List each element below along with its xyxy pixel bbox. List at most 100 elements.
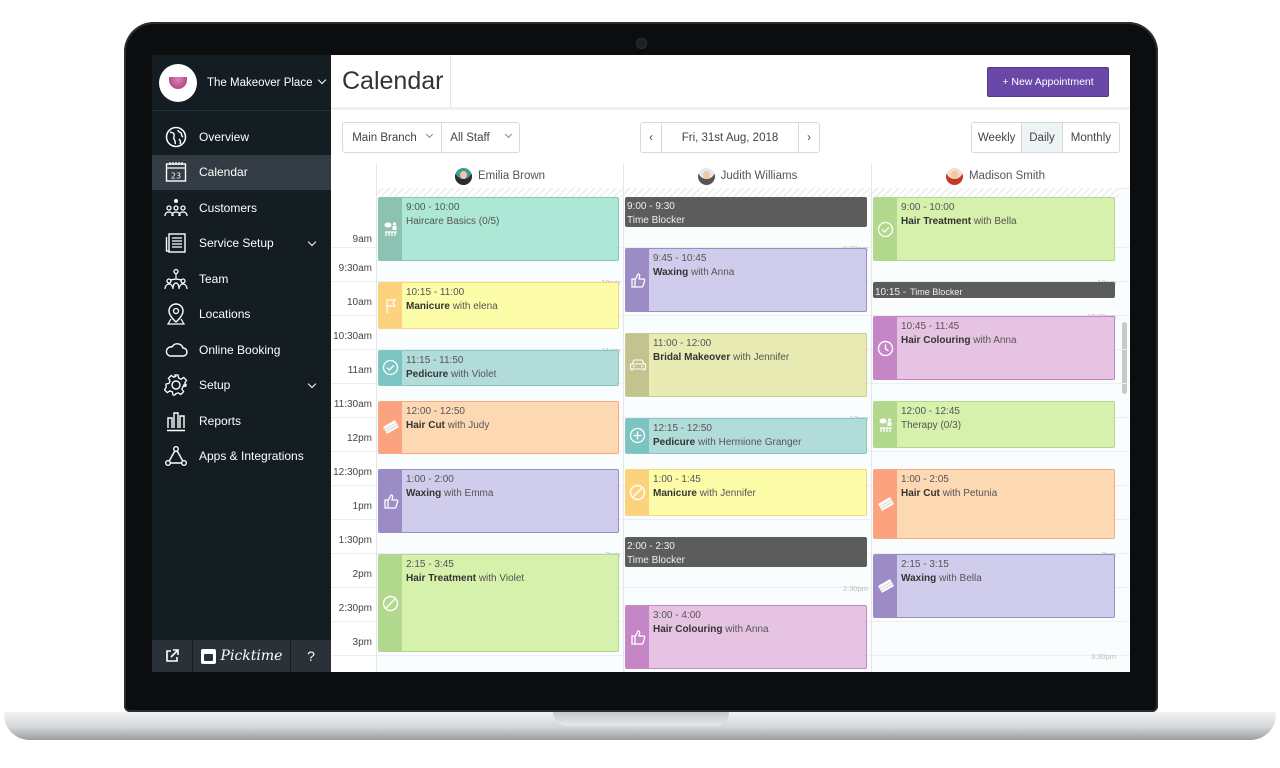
- bar-chart-icon: [164, 409, 188, 433]
- appointment-card[interactable]: 2:15 - 3:45 Hair Treatment with Violet: [378, 554, 619, 652]
- help-button[interactable]: ?: [291, 640, 331, 672]
- appointment-card[interactable]: 3:00 - 4:00 Hair Colouring with Anna: [625, 605, 867, 669]
- appointment-card[interactable]: 1:00 - 2:00 Waxing with Emma: [378, 469, 619, 533]
- appointment-service-line: Therapy (0/3): [901, 419, 961, 433]
- appointment-card[interactable]: 9:00 - 10:00 Hair Treatment with Bella: [873, 197, 1115, 261]
- appointment-card[interactable]: 12:00 - 12:50 Hair Cut with Judy: [378, 401, 619, 454]
- appointment-status-bar: [379, 470, 402, 532]
- appointment-service-line: Hair Cut with Judy: [406, 419, 489, 433]
- appointment-service: Manicure: [406, 301, 450, 312]
- view-weekly-button[interactable]: Weekly: [972, 123, 1023, 152]
- gear-icon: [164, 373, 188, 397]
- next-day-button[interactable]: ›: [799, 123, 819, 152]
- staff-avatar: [945, 167, 963, 185]
- appointment-card[interactable]: 2:15 - 3:15 Waxing with Bella: [873, 554, 1115, 618]
- appointment-staff: with Judy: [447, 420, 490, 431]
- appointment-service-line: Manicure with Jennifer: [653, 487, 756, 501]
- sidebar-item-label: Team: [199, 271, 229, 286]
- sidebar-item-service-setup[interactable]: Service Setup: [152, 226, 331, 262]
- time-blocker[interactable]: 2:00 - 2:30 Time Blocker: [625, 537, 867, 567]
- sidebar-item-customers[interactable]: Customers: [152, 190, 331, 226]
- appointment-card[interactable]: 11:00 - 12:00 Bridal Makeover with Jennif…: [625, 333, 867, 397]
- picktime-logo[interactable]: Picktime: [193, 640, 291, 672]
- appointment-status-bar: [874, 470, 897, 538]
- appointment-time: 12:00 - 12:50: [406, 406, 465, 417]
- sidebar-item-overview[interactable]: Overview: [152, 119, 331, 155]
- sidebar-item-label: Locations: [199, 307, 251, 322]
- appointment-time: 10:15 - 11:00: [406, 287, 465, 298]
- appointment-time: 2:15 - 3:15: [901, 559, 949, 570]
- appointment-details: 2:00 - 2:30 Time Blocker: [627, 540, 685, 567]
- appointment-card[interactable]: 10:45 - 11:45 Hair Colouring with Anna: [873, 316, 1115, 380]
- appointment-details: 9:00 - 9:30 Time Blocker: [627, 200, 685, 227]
- appointment-time: 1:00 - 2:05: [901, 474, 949, 485]
- appointment-details: 12:00 - 12:45 Therapy (0/3): [901, 405, 961, 433]
- staff-header[interactable]: Emilia Brown: [376, 164, 623, 188]
- appointment-details: 1:00 - 2:00 Waxing with Emma: [406, 473, 493, 501]
- sidebar: The Makeover Place Overview 23 Calendar Cus…: [152, 55, 331, 672]
- staff-select[interactable]: All Staff: [442, 123, 519, 152]
- appointment-card[interactable]: 11:15 - 11:50 Pedicure with Violet: [378, 350, 619, 386]
- appointment-service-line: Bridal Makeover with Jennifer: [653, 351, 789, 365]
- globe-icon: [164, 125, 188, 149]
- appointment-details: 12:15 - 12:50 Pedicure with Hermione Gran…: [653, 422, 801, 450]
- appointment-card[interactable]: 12:15 - 12:50 Pedicure with Hermione Gran…: [625, 418, 867, 454]
- cash-icon: [877, 496, 895, 512]
- time-blocker[interactable]: 10:15 - Time Blocker: [873, 282, 1115, 299]
- business-switcher[interactable]: The Makeover Place: [152, 55, 331, 111]
- staff-header[interactable]: Judith Williams: [623, 164, 871, 188]
- new-appointment-button[interactable]: + New Appointment: [987, 67, 1109, 97]
- sidebar-item-online-booking[interactable]: Online Booking: [152, 332, 331, 368]
- appointment-status-bar: [874, 198, 897, 260]
- chevron-down-icon: [307, 237, 317, 246]
- appointment-card[interactable]: 10:15 - 11:00 Manicure with elena: [378, 282, 619, 329]
- appointment-staff: with elena: [452, 301, 498, 312]
- view-daily-button[interactable]: Daily: [1022, 123, 1063, 152]
- staff-select-value: All Staff: [450, 131, 490, 144]
- prev-day-button[interactable]: ‹: [641, 123, 662, 152]
- external-link-button[interactable]: [152, 640, 193, 672]
- sidebar-item-calendar[interactable]: 23 Calendar: [152, 154, 331, 190]
- appointment-details: 10:45 - 11:45 Hair Colouring with Anna: [901, 320, 1017, 348]
- view-monthly-button[interactable]: Monthly: [1063, 123, 1119, 152]
- staff-column[interactable]: 10am11am2pm9:00 - 10:00Haircare Basics (…: [376, 188, 623, 672]
- appointment-title: Time Blocker: [627, 555, 685, 566]
- thumbs-up-icon: [630, 272, 646, 288]
- sidebar-item-team[interactable]: Team: [152, 261, 331, 297]
- sidebar-item-locations[interactable]: Locations: [152, 297, 331, 333]
- appointment-card[interactable]: 9:45 - 10:45 Waxing with Anna: [625, 248, 867, 312]
- appointment-details: 10:15 - Time Blocker: [875, 285, 962, 298]
- sidebar-item-reports[interactable]: Reports: [152, 403, 331, 439]
- appointment-service: Hair Cut: [406, 420, 445, 431]
- appointment-service: Bridal Makeover: [653, 352, 731, 363]
- staff-column[interactable]: 10am10:30am2pm3:30pm9:00 - 10:00Hair Tre…: [871, 188, 1119, 672]
- appointment-card[interactable]: 1:00 - 2:05 Hair Cut with Petunia: [873, 469, 1115, 539]
- appointment-service: Manicure: [653, 488, 697, 499]
- appointment-details: 12:00 - 12:50 Hair Cut with Judy: [406, 405, 489, 433]
- appointment-status-bar: [626, 419, 649, 453]
- staff-header[interactable]: Madison Smith: [871, 164, 1119, 188]
- sidebar-item-apps-and-integrations[interactable]: Apps & Integrations: [152, 439, 331, 475]
- appointment-staff: with Bella: [973, 216, 1017, 227]
- appointment-card[interactable]: 1:00 - 1:45 Manicure with Jennifer: [625, 469, 867, 516]
- appointment-title: Time Blocker: [910, 287, 963, 297]
- branch-select[interactable]: Main Branch: [343, 123, 442, 152]
- current-date[interactable]: Fri, 31st Aug, 2018: [662, 123, 799, 152]
- appointment-card[interactable]: 9:00 - 10:00 Haircare Basics (0/5): [378, 197, 619, 261]
- time-blocker[interactable]: 9:00 - 9:30 Time Blocker: [625, 197, 867, 227]
- sidebar-item-setup[interactable]: Setup: [152, 368, 331, 404]
- appointment-status-bar: [379, 198, 402, 260]
- staff-column[interactable]: 9:30am12pm2:30pm9:00 - 9:30Time Blocker9…: [623, 188, 871, 672]
- appointment-card[interactable]: 12:00 - 12:45 Therapy (0/3): [873, 401, 1115, 448]
- appointment-staff: with Violet: [451, 369, 497, 380]
- customers-icon: [164, 196, 188, 220]
- appointment-staff: with Anna: [973, 335, 1017, 346]
- cash-icon: [877, 578, 895, 594]
- appointment-details: 2:15 - 3:15 Waxing with Bella: [901, 558, 982, 586]
- location-pin-icon: [164, 302, 188, 326]
- thumbs-up-icon: [383, 493, 399, 509]
- appointment-staff: with Petunia: [942, 488, 998, 499]
- appointment-service: Pedicure: [653, 437, 696, 448]
- appointment-status-bar: [874, 317, 897, 379]
- staff-header-row: Emilia Brown Judith Williams Madison Smith: [331, 164, 1130, 189]
